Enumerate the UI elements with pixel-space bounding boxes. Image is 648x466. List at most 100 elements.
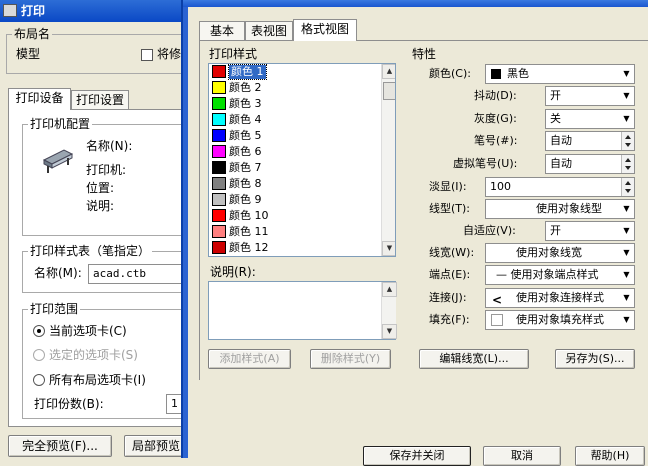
cancel-button[interactable]: 取消 [483,446,561,466]
desc-scroll-up-icon[interactable]: ▲ [382,282,397,297]
style-list-item[interactable]: 颜色 6 [209,144,381,160]
joinstyle-dropdown-icon: ▼ [623,293,630,302]
style-list-item-label: 颜色 5 [229,129,262,142]
linetype-combo[interactable]: 使用对象线型 ▼ [485,199,635,219]
endstyle-label: 端点(E): [429,268,471,281]
plot-style-name-value: acad.ctb [93,267,146,280]
lineweight-value: 使用对象线宽 [516,246,582,259]
color-combo[interactable]: 黑色 ▼ [485,64,635,84]
style-list-item-label: 颜色 4 [229,113,262,126]
help-label: 帮助(H) [590,449,630,462]
current-tab-label: 当前选项卡(C) [49,324,127,338]
tab-plot-settings[interactable]: 打印设置 [71,90,129,110]
edit-lineweights-button[interactable]: 编辑线宽(L)... [419,349,529,369]
tab-plot-device-label: 打印设备 [15,91,64,105]
save-as-button[interactable]: 另存为(S)... [555,349,635,369]
selected-tabs-label: 选定的选项卡(S) [49,348,138,362]
save-changes-label: 将修 [157,47,182,61]
style-list-item-label: 颜色 2 [229,81,262,94]
color-swatch [491,69,501,79]
style-list-item[interactable]: 颜色 5 [209,128,381,144]
endstyle-dropdown-icon: ▼ [623,270,630,279]
lineweight-dropdown-icon: ▼ [623,248,630,257]
grayscale-combo[interactable]: 关 ▼ [545,109,635,129]
current-tab-radio[interactable] [33,325,45,337]
style-list-item-label: 颜色 3 [229,97,262,110]
plot-style-name-combo[interactable]: acad.ctb [88,264,184,284]
save-close-button[interactable]: 保存并关闭 [363,446,471,466]
save-changes-checkbox[interactable] [141,49,153,61]
delete-style-button[interactable]: 删除样式(Y) [310,349,391,369]
tab-form-view[interactable]: 格式视图 [293,19,357,41]
tab-general[interactable]: 基本 [199,21,245,41]
full-preview-button[interactable]: 完全预览(F)... [8,435,112,457]
joinstyle-combo[interactable]: < 使用对象连接样式 ▼ [485,288,635,308]
joinstyle-value: 使用对象连接样式 [516,291,604,304]
help-button[interactable]: 帮助(H) [575,446,645,466]
pen-number-spinner[interactable] [621,132,634,150]
style-list-item[interactable]: 颜色 10 [209,208,381,224]
endstyle-combo[interactable]: — 使用对象端点样式 ▼ [485,265,635,285]
style-list-item-label: 颜色 6 [229,145,262,158]
screening-input[interactable]: 100 [485,177,635,197]
adaptive-dropdown-icon: ▼ [623,226,630,235]
description-textarea[interactable]: ▲ ▼ [208,281,397,340]
color-swatch-icon [212,145,226,158]
edit-lineweights-label: 编辑线宽(L)... [439,352,509,365]
joinstyle-label: 连接(J): [429,291,467,304]
tab-table-view[interactable]: 表视图 [245,21,293,41]
scroll-up-icon[interactable]: ▲ [382,64,395,79]
dither-combo[interactable]: 开 ▼ [545,86,635,106]
color-swatch-icon [212,209,226,222]
tab-plot-device[interactable]: 打印设备 [8,88,71,110]
selected-tabs-radio[interactable] [33,349,45,361]
style-list-item-label: 颜色 12 [229,241,269,254]
style-list-item[interactable]: 颜色 12 [209,240,381,256]
style-list-item[interactable]: 颜色 1 [209,64,381,80]
description-scrollbar[interactable]: ▲ ▼ [381,282,397,339]
linetype-dropdown-icon: ▼ [623,204,630,213]
plot-range-label: 打印范围 [28,302,81,316]
style-list-item[interactable]: 颜色 3 [209,96,381,112]
style-list-item[interactable]: 颜色 8 [209,176,381,192]
screening-value: 100 [490,180,511,193]
add-style-button[interactable]: 添加样式(A) [208,349,291,369]
layout-name-label: 布局名 [12,27,53,41]
style-list-item[interactable]: 颜色 4 [209,112,381,128]
style-list-item[interactable]: 颜色 7 [209,160,381,176]
tab-table-view-label: 表视图 [250,24,287,38]
virtual-pen-spinner[interactable] [621,155,634,173]
cancel-label: 取消 [511,449,533,462]
plotter-name-label: 名称(N): [86,139,133,153]
plot-dialog-titlebar[interactable]: 打印 [0,0,186,22]
style-list-item[interactable]: 颜色 9 [209,192,381,208]
fill-style-icon [491,314,503,326]
scroll-thumb[interactable] [383,82,395,100]
layout-name-value: 模型 [16,47,41,61]
all-layouts-label: 所有布局选项卡(I) [49,373,146,387]
plot-styles-list[interactable]: 颜色 1 颜色 2 颜色 3 颜色 4 颜色 5 颜色 6 颜色 7 颜色 8 颜色 9 颜色 1… [208,63,396,257]
fillstyle-dropdown-icon: ▼ [623,315,630,324]
style-list-item[interactable]: 颜色 2 [209,80,381,96]
color-swatch-icon [212,129,226,142]
desc-scroll-down-icon[interactable]: ▼ [382,324,397,339]
linetype-label: 线型(T): [429,202,471,215]
plot-styles-scrollbar[interactable]: ▲ ▼ [381,64,395,256]
linetype-value: 使用对象线型 [536,202,602,215]
join-style-icon: < [492,293,503,307]
location-label: 位置: [86,181,115,195]
scroll-down-icon[interactable]: ▼ [382,241,395,256]
fillstyle-combo[interactable]: 使用对象填充样式 ▼ [485,310,635,330]
virtual-pen-input[interactable]: 自动 [545,154,635,174]
pen-number-input[interactable]: 自动 [545,131,635,151]
plotter-icon [42,142,74,174]
editor-titlebar[interactable] [183,0,648,7]
lineweight-combo[interactable]: 使用对象线宽 ▼ [485,243,635,263]
style-list-item[interactable]: 颜色 11 [209,224,381,240]
fillstyle-label: 填充(F): [429,313,470,326]
full-preview-label: 完全预览(F)... [22,439,98,453]
partial-preview-button[interactable]: 局部预览 [124,435,188,457]
screening-spinner[interactable] [621,178,634,196]
all-layouts-radio[interactable] [33,374,45,386]
adaptive-combo[interactable]: 开 ▼ [545,221,635,241]
